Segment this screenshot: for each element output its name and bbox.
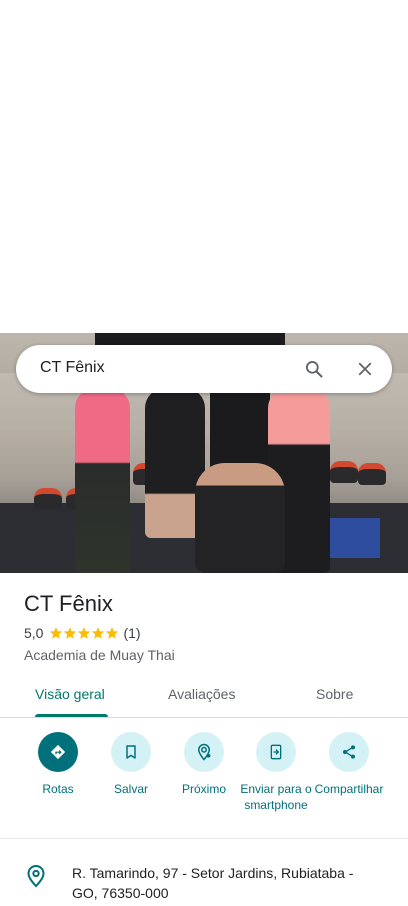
tab-overview[interactable]: Visão geral <box>35 686 105 702</box>
rating-stars <box>49 626 119 640</box>
close-icon[interactable] <box>353 357 377 381</box>
photo-person <box>75 388 130 573</box>
nearby-button[interactable]: Próximo <box>164 730 244 797</box>
star-icon <box>106 627 119 639</box>
search-input[interactable]: CT Fênix <box>40 359 105 377</box>
rating-row[interactable]: 5,0 (1) <box>24 625 141 641</box>
tab-active-indicator <box>35 714 108 717</box>
nearby-icon <box>184 732 224 772</box>
action-buttons: Rotas Salvar Próximo Enviar para o smart… <box>0 730 408 830</box>
send-to-phone-icon <box>256 732 296 772</box>
save-label: Salvar <box>113 782 148 796</box>
bookmark-icon <box>111 732 151 772</box>
photo-pad <box>34 488 62 510</box>
send-to-phone-button[interactable]: Enviar para o smartphone <box>236 730 316 813</box>
photo-pad <box>330 461 358 483</box>
search-bar[interactable]: CT Fênix <box>16 345 392 393</box>
star-icon <box>64 627 77 639</box>
section-divider <box>0 838 408 839</box>
save-button[interactable]: Salvar <box>91 730 171 797</box>
tab-bar: Visão geral Avaliações Sobre <box>0 672 408 718</box>
photo-person <box>195 463 285 573</box>
send-to-phone-label: Enviar para o smartphone <box>240 782 312 812</box>
search-icon[interactable] <box>302 357 326 381</box>
directions-button[interactable]: Rotas <box>18 730 98 797</box>
share-icon <box>329 732 369 772</box>
nearby-label: Próximo <box>181 782 226 796</box>
directions-icon <box>38 732 78 772</box>
directions-label: Rotas <box>42 782 74 796</box>
star-icon <box>92 627 105 639</box>
place-category: Academia de Muay Thai <box>24 647 175 663</box>
tab-about[interactable]: Sobre <box>316 686 353 702</box>
address-text: R. Tamarindo, 97 - Setor Jardins, Rubiat… <box>72 865 354 901</box>
place-title: CT Fênix <box>24 591 113 616</box>
location-pin-icon <box>26 864 46 888</box>
share-label: Compartilhar <box>314 782 384 796</box>
star-icon <box>78 627 91 639</box>
tab-reviews[interactable]: Avaliações <box>168 686 235 702</box>
rating-value: 5,0 <box>24 625 44 641</box>
map-blank-area <box>0 0 408 333</box>
review-count[interactable]: (1) <box>123 625 140 641</box>
share-button[interactable]: Compartilhar <box>309 730 389 797</box>
star-icon <box>50 627 63 639</box>
photo-pad <box>358 463 386 485</box>
